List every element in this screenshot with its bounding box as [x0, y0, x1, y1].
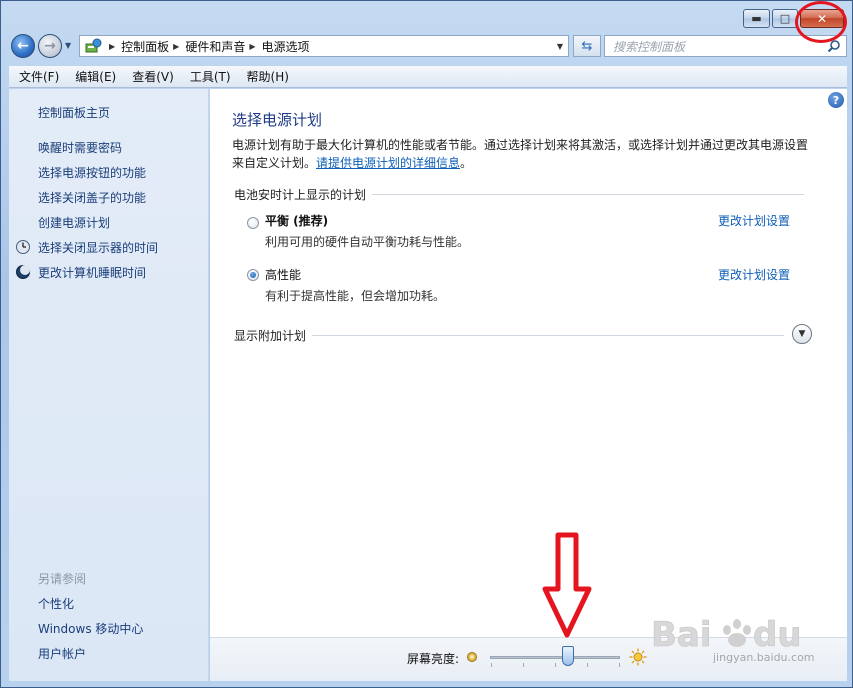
group-divider — [372, 194, 805, 195]
navigation-pane: 控制面板主页 唤醒时需要密码 选择电源按钮的功能 选择关闭盖子的功能 创建电源计… — [9, 89, 209, 681]
plan-high-performance-change-link[interactable]: 更改计划设置 — [718, 266, 790, 283]
menu-help[interactable]: 帮助(H) — [239, 68, 297, 85]
breadcrumb-separator-icon: ▶ — [249, 41, 256, 51]
breadcrumb-separator-icon: ▶ — [109, 41, 116, 51]
additional-plans-heading[interactable]: 显示附加计划 — [234, 327, 306, 344]
plan-balanced-change-link[interactable]: 更改计划设置 — [718, 212, 790, 229]
brightness-slider-track[interactable] — [490, 656, 620, 659]
breadcrumb-hardware-sound[interactable]: 硬件和声音 — [185, 38, 245, 55]
intro-text: 电源计划有助于最大化计算机的性能或者节能。通过选择计划来将其激活，或选择计划并通… — [232, 136, 812, 172]
nav-display-off-time[interactable]: 选择关闭显示器的时间 — [38, 239, 158, 256]
forward-arrow-icon: → — [44, 38, 56, 54]
page-title: 选择电源计划 — [232, 111, 323, 129]
battery-plans-heading: 电池安时计上显示的计划 — [234, 188, 367, 202]
address-bar[interactable]: ▶ 控制面板 ▶ 硬件和声音 ▶ 电源选项 ▼ — [79, 35, 569, 57]
nav-control-panel-home[interactable]: 控制面板主页 — [38, 104, 110, 121]
slider-tick — [555, 663, 556, 667]
refresh-icon: ⇆ — [581, 38, 593, 54]
svg-text:du: du — [753, 615, 802, 655]
address-dropdown-icon[interactable]: ▼ — [557, 42, 563, 51]
plan-balanced-desc: 利用可用的硬件自动平衡功耗与性能。 — [265, 235, 470, 249]
nav-personalize[interactable]: 个性化 — [38, 595, 74, 612]
slider-tick — [587, 663, 588, 667]
refresh-button[interactable]: ⇆ — [573, 35, 601, 57]
breadcrumb-separator-icon: ▶ — [173, 41, 180, 51]
nav-lid-close[interactable]: 选择关闭盖子的功能 — [38, 189, 146, 206]
slider-tick — [491, 663, 492, 667]
bright-sun-icon — [629, 648, 647, 666]
nav-power-button[interactable]: 选择电源按钮的功能 — [38, 164, 146, 181]
recent-pages-dropdown[interactable]: ▼ — [65, 41, 71, 50]
plan-high-performance-name[interactable]: 高性能 — [265, 266, 301, 283]
maximize-button[interactable]: □ — [772, 9, 798, 28]
nav-mobility-center[interactable]: Windows 移动中心 — [38, 620, 143, 637]
intro-end: 。 — [460, 156, 473, 170]
plan-balanced-radio[interactable] — [247, 217, 259, 229]
intro-line2: 来自定义计划。 — [232, 156, 317, 170]
menu-bar: 文件(F) 编辑(E) 查看(V) 工具(T) 帮助(H) — [9, 66, 847, 88]
baidu-watermark-logo: Bai du — [651, 615, 802, 656]
nav-sleep-time[interactable]: 更改计算机睡眠时间 — [38, 264, 146, 281]
brightness-slider-thumb[interactable] — [562, 646, 574, 666]
window-frame: ▬ □ ✕ ← → ▼ ▶ 控制面板 ▶ 硬件和声音 ▶ 电源选项 ▼ ⇆ 搜索… — [0, 0, 853, 688]
nav-user-accounts[interactable]: 用户帐户 — [38, 645, 86, 662]
help-icon[interactable]: ? — [828, 92, 844, 108]
back-arrow-icon: ← — [17, 38, 29, 54]
menu-view[interactable]: 查看(V) — [124, 68, 182, 85]
intro-line1: 电源计划有助于最大化计算机的性能或者节能。通过选择计划来将其激活，或选择计划并通… — [232, 138, 809, 152]
menu-edit[interactable]: 编辑(E) — [67, 68, 124, 85]
plan-balanced-name[interactable]: 平衡 (推荐) — [265, 212, 328, 229]
control-panel-icon — [85, 38, 105, 54]
dim-sun-icon — [467, 652, 477, 662]
back-button[interactable]: ← — [11, 34, 35, 58]
brightness-label: 屏幕亮度: — [407, 652, 460, 666]
breadcrumb-control-panel[interactable]: 控制面板 — [121, 38, 169, 55]
group-divider — [312, 335, 785, 336]
watermark-url: jingyan.baidu.com — [713, 651, 815, 664]
menu-tools[interactable]: 工具(T) — [182, 68, 239, 85]
nav-create-plan[interactable]: 创建电源计划 — [38, 214, 110, 231]
expand-chevron-icon[interactable]: ▼ — [792, 324, 812, 344]
see-also-heading: 另请参阅 — [38, 572, 87, 586]
svg-text:Bai: Bai — [651, 615, 712, 655]
nav-wake-password[interactable]: 唤醒时需要密码 — [38, 139, 122, 156]
breadcrumb-power-options[interactable]: 电源选项 — [262, 38, 310, 55]
slider-tick — [619, 663, 620, 667]
down-arrow-annotation-icon — [542, 532, 592, 638]
power-plan-info-link[interactable]: 请提供电源计划的详细信息 — [316, 156, 460, 170]
close-highlight-annotation — [795, 1, 847, 43]
forward-button[interactable]: → — [38, 34, 62, 58]
sleep-moon-icon — [16, 265, 30, 279]
plan-high-performance-desc: 有利于提高性能，但会增加功耗。 — [265, 289, 446, 303]
main-content: ? 选择电源计划 电源计划有助于最大化计算机的性能或者节能。通过选择计划来将其激… — [210, 89, 847, 681]
address-row: ← → ▼ ▶ 控制面板 ▶ 硬件和声音 ▶ 电源选项 ▼ ⇆ 搜索控制面板 — [9, 34, 847, 58]
slider-tick — [523, 663, 524, 667]
minimize-button[interactable]: ▬ — [743, 9, 770, 28]
additional-plans-group[interactable]: 显示附加计划 — [234, 327, 785, 344]
menu-file[interactable]: 文件(F) — [11, 68, 67, 85]
display-timer-icon — [16, 240, 30, 254]
plan-high-performance-radio[interactable] — [247, 269, 259, 281]
battery-plans-group: 电池安时计上显示的计划 — [234, 186, 805, 203]
search-placeholder: 搜索控制面板 — [613, 39, 686, 54]
